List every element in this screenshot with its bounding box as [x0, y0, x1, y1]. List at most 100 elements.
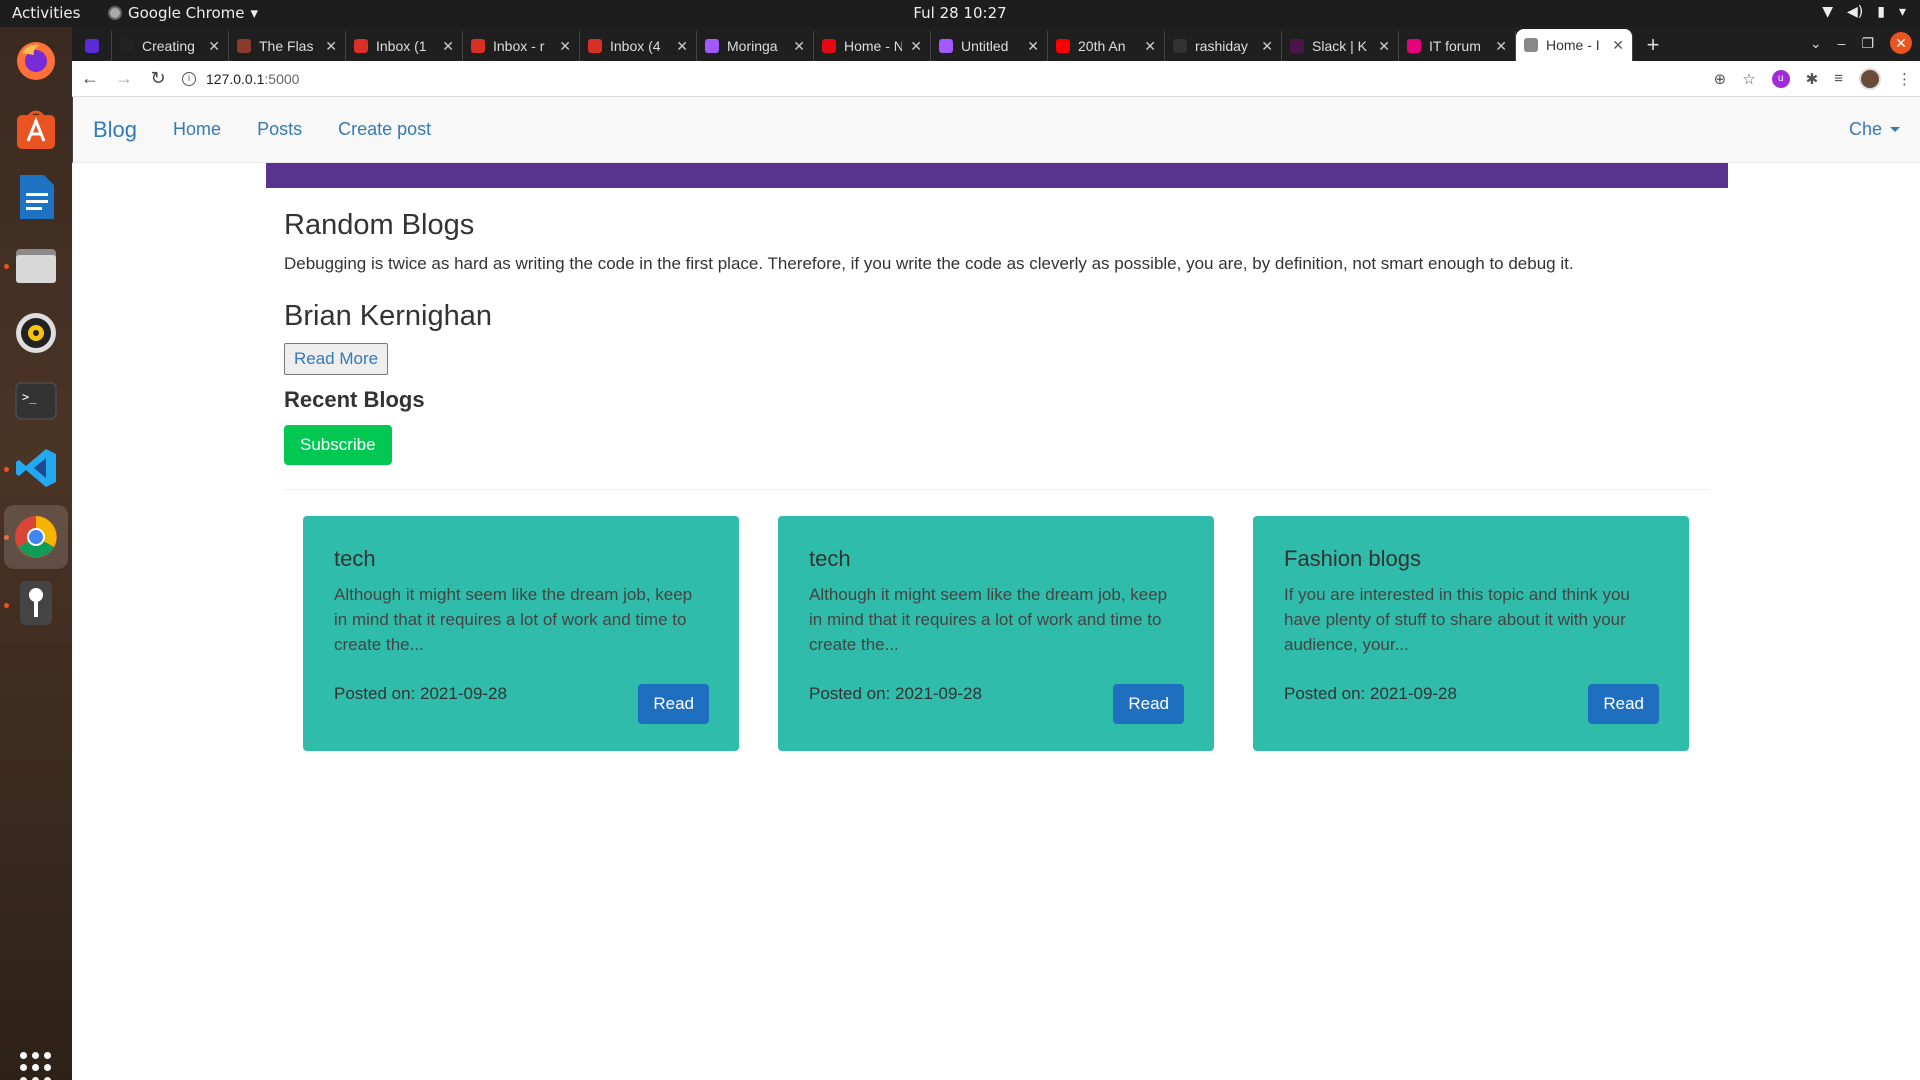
- post-excerpt: Although it might seem like the dream jo…: [334, 585, 693, 654]
- close-tab-icon[interactable]: ✕: [1378, 38, 1390, 55]
- read-more-button[interactable]: Read More: [284, 343, 389, 375]
- tab-favicon-icon: [1173, 39, 1187, 53]
- nav-home[interactable]: Home: [173, 119, 221, 140]
- browser-tab[interactable]: Moringa ✕: [697, 31, 814, 61]
- terminal-icon[interactable]: >_: [10, 375, 62, 427]
- minimize-icon[interactable]: –: [1838, 35, 1846, 51]
- browser-tab[interactable]: Home - I ✕: [1516, 29, 1633, 61]
- browser-tab[interactable]: Home - N ✕: [814, 31, 931, 61]
- tab-favicon-icon: [939, 39, 953, 53]
- close-tab-icon[interactable]: ✕: [208, 38, 220, 55]
- nav-create-post[interactable]: Create post: [338, 119, 431, 140]
- tab-favicon-icon: [1524, 38, 1538, 52]
- site-info-icon[interactable]: i: [182, 71, 196, 86]
- writer-icon[interactable]: [10, 171, 62, 223]
- post-title: Fashion blogs: [1284, 546, 1421, 571]
- post-date: Posted on: 2021-09-28: [334, 684, 507, 703]
- read-button[interactable]: Read: [1588, 684, 1659, 724]
- rhythmbox-icon[interactable]: [10, 307, 62, 359]
- close-tab-icon[interactable]: ✕: [1027, 38, 1039, 55]
- vscode-icon[interactable]: [10, 442, 62, 494]
- show-apps-icon[interactable]: [20, 1052, 52, 1080]
- divider: [284, 489, 1710, 490]
- clock[interactable]: Ful 28 10:27: [0, 4, 1920, 22]
- close-tab-icon[interactable]: ✕: [1495, 38, 1507, 55]
- reload-icon[interactable]: ↻: [148, 68, 168, 89]
- user-dropdown[interactable]: Che: [1849, 119, 1900, 140]
- browser-tab[interactable]: rashiday ✕: [1165, 31, 1282, 61]
- chrome-icon[interactable]: [4, 505, 68, 569]
- subscribe-button[interactable]: Subscribe: [284, 425, 392, 465]
- post-card: Fashion blogs If you are interested in t…: [1253, 516, 1689, 751]
- extensions-puzzle-icon[interactable]: ✱: [1806, 70, 1819, 88]
- quote-text: Debugging is twice as hard as writing th…: [284, 254, 1574, 273]
- close-tab-icon[interactable]: ✕: [442, 38, 454, 55]
- browser-tab[interactable]: Inbox (4 ✕: [580, 31, 697, 61]
- tab-title: Moringa: [727, 38, 778, 54]
- user-name: Che: [1848, 119, 1882, 139]
- tab-strip: Creating ✕ The Flas ✕ Inbox (1 ✕ Inbox - r ✕ Inb…: [72, 27, 1920, 61]
- close-tab-icon[interactable]: ✕: [793, 38, 805, 55]
- close-tab-icon[interactable]: ✕: [676, 38, 688, 55]
- browser-tab[interactable]: Untitled ✕: [931, 31, 1048, 61]
- system-tray[interactable]: ▼ ◀) ▮ ▾: [1822, 4, 1906, 20]
- close-tab-icon[interactable]: ✕: [1612, 37, 1624, 54]
- restore-icon[interactable]: ❐: [1861, 35, 1874, 52]
- dock: >_: [0, 27, 72, 1080]
- browser-tab[interactable]: Inbox (1 ✕: [346, 31, 463, 61]
- tab-favicon-icon: [1290, 39, 1304, 53]
- browser-window: Creating ✕ The Flas ✕ Inbox (1 ✕ Inbox - r ✕ Inb…: [72, 27, 1920, 1080]
- tab-search-button[interactable]: [72, 31, 112, 61]
- close-tab-icon[interactable]: ✕: [325, 38, 337, 55]
- tab-title: IT forum: [1429, 38, 1481, 54]
- close-tab-icon[interactable]: ✕: [559, 38, 571, 55]
- browser-tab[interactable]: Creating ✕: [112, 31, 229, 61]
- browser-tab[interactable]: Slack | K ✕: [1282, 31, 1399, 61]
- post-excerpt: Although it might seem like the dream jo…: [809, 585, 1168, 654]
- extension-icon[interactable]: u: [1771, 69, 1790, 88]
- svg-text:>_: >_: [22, 390, 37, 404]
- close-tab-icon[interactable]: ✕: [910, 38, 922, 55]
- browser-tab[interactable]: The Flas ✕: [229, 31, 346, 61]
- browser-tab[interactable]: IT forum ✕: [1399, 31, 1516, 61]
- tab-search-dropdown-icon[interactable]: ⌄: [1810, 35, 1822, 52]
- recent-blogs-heading: Recent Blogs: [284, 387, 425, 412]
- post-excerpt: If you are interested in this topic and …: [1284, 585, 1630, 654]
- post-title: tech: [334, 546, 376, 571]
- url-port: :5000: [264, 70, 300, 87]
- address-bar[interactable]: i 127.0.0.1:5000: [182, 65, 1700, 93]
- software-center-icon[interactable]: [10, 103, 62, 155]
- browser-tab[interactable]: 20th An ✕: [1048, 31, 1165, 61]
- brand-link[interactable]: Blog: [93, 117, 137, 143]
- caret-down-icon: [1890, 127, 1900, 132]
- tab-title: 20th An: [1078, 38, 1126, 54]
- new-tab-button[interactable]: +: [1633, 31, 1673, 61]
- tab-favicon-icon: [822, 39, 836, 53]
- zoom-icon[interactable]: ⊕: [1714, 70, 1727, 88]
- tab-favicon-icon: [588, 39, 602, 53]
- reading-list-icon[interactable]: ≡: [1834, 70, 1843, 87]
- profile-avatar[interactable]: [1859, 67, 1881, 90]
- browser-tab[interactable]: Inbox - r ✕: [463, 31, 580, 61]
- bookmark-star-icon[interactable]: ☆: [1742, 70, 1755, 88]
- files-icon[interactable]: [10, 239, 62, 291]
- wifi-icon: ▼: [1822, 4, 1834, 20]
- volume-icon: ◀): [1847, 4, 1864, 20]
- nav-posts[interactable]: Posts: [257, 119, 302, 140]
- post-title: tech: [809, 546, 851, 571]
- tab-title: The Flas: [259, 38, 314, 54]
- forward-icon[interactable]: →: [114, 68, 134, 89]
- read-button[interactable]: Read: [1113, 684, 1184, 724]
- close-tab-icon[interactable]: ✕: [1144, 38, 1156, 55]
- close-tab-icon[interactable]: ✕: [1261, 38, 1273, 55]
- post-card: tech Although it might seem like the dre…: [303, 516, 739, 751]
- read-button[interactable]: Read: [638, 684, 709, 724]
- utility-icon[interactable]: [10, 577, 62, 629]
- back-icon[interactable]: ←: [80, 68, 100, 89]
- firefox-icon[interactable]: [10, 35, 62, 87]
- tab-title: Home - I: [1546, 37, 1600, 53]
- close-window-icon[interactable]: ✕: [1890, 32, 1912, 54]
- site-navbar: Blog Home Posts Create post Che: [72, 97, 1920, 163]
- kebab-menu-icon[interactable]: ⋮: [1897, 70, 1912, 88]
- main-content: Random Blogs Debugging is twice as hard …: [284, 209, 1710, 751]
